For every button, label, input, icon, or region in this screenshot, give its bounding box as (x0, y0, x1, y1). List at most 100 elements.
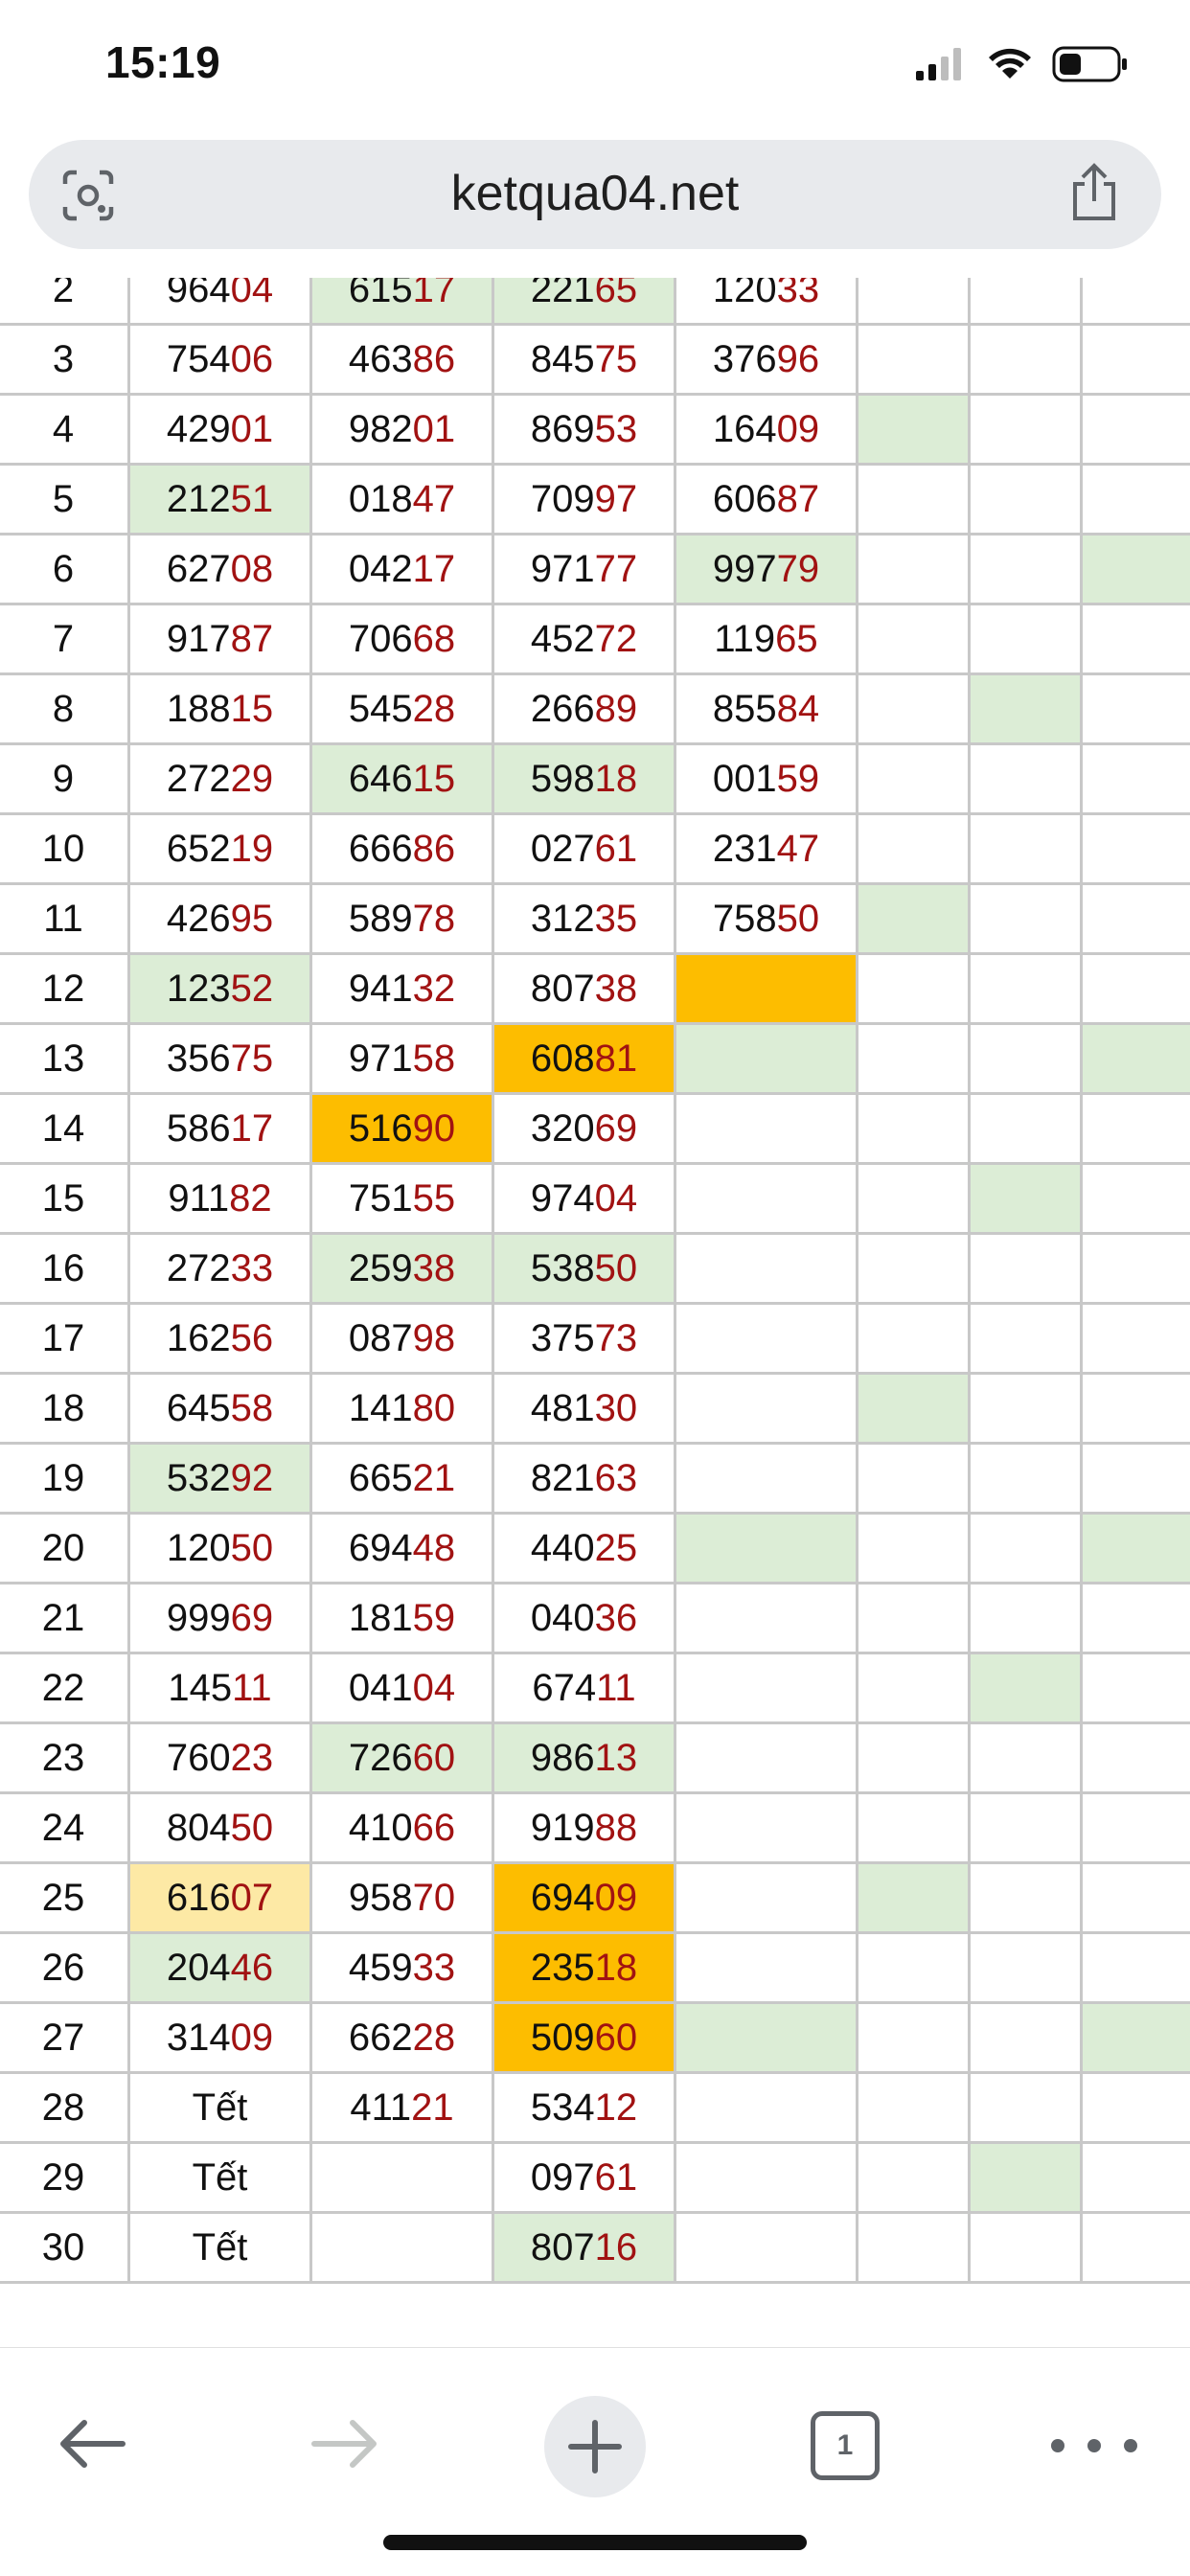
table-row: 662708042179717799779 (0, 535, 1190, 604)
day-number: 10 (0, 814, 129, 884)
url-text[interactable]: ketqua04.net (29, 165, 1161, 222)
result-cell: 45272 (493, 604, 675, 674)
result-head-digits: 958 (349, 1877, 413, 1919)
result-cell (858, 1723, 970, 1793)
result-cell (858, 1444, 970, 1514)
result-head-digits: 917 (167, 618, 231, 660)
result-tail-digits: 73 (595, 1317, 638, 1359)
result-cell (1082, 278, 1190, 325)
result-cell: 91182 (129, 1164, 311, 1234)
result-head-digits: Tết (193, 2086, 248, 2129)
result-tail-digits: 19 (231, 828, 274, 870)
result-tail-digits: 87 (231, 618, 274, 660)
result-cell (1082, 535, 1190, 604)
result-cell: 09761 (493, 2143, 675, 2213)
result-cell (675, 1653, 858, 1723)
result-tail-digits: 50 (595, 1247, 638, 1289)
address-bar[interactable]: ketqua04.net (29, 140, 1161, 249)
result-cell: 41066 (311, 1793, 493, 1863)
result-cell (858, 1234, 970, 1304)
result-tail-digits: 46 (231, 1947, 274, 1989)
result-cell: 66228 (311, 2003, 493, 2073)
result-tail-digits: 28 (413, 2017, 456, 2059)
result-head-digits: 645 (167, 1387, 231, 1429)
table-row: 296404615172216512033 (0, 278, 1190, 325)
result-tail-digits: 84 (777, 688, 820, 730)
results-table: 2964046151722165120333754064638684575376… (0, 278, 1190, 2284)
result-head-digits: 869 (531, 408, 595, 450)
result-head-digits: 376 (713, 338, 777, 380)
result-cell (970, 674, 1082, 744)
day-number: 15 (0, 1164, 129, 1234)
result-head-digits: 706 (349, 618, 413, 660)
day-number: 6 (0, 535, 129, 604)
table-row: 521251018477099760687 (0, 465, 1190, 535)
result-cell (858, 1094, 970, 1164)
result-head-digits: 001 (713, 758, 777, 800)
result-cell: 41121 (311, 2073, 493, 2143)
result-tail-digits: 50 (777, 898, 820, 940)
result-cell: 65219 (129, 814, 311, 884)
result-cell (970, 1164, 1082, 1234)
result-cell: 75155 (311, 1164, 493, 1234)
result-tail-digits: 86 (413, 338, 456, 380)
result-cell: 97177 (493, 535, 675, 604)
result-head-digits: 426 (167, 898, 231, 940)
day-number: 16 (0, 1234, 129, 1304)
result-cell (675, 2073, 858, 2143)
result-cell: 46386 (311, 325, 493, 395)
tab-switcher-button[interactable]: 1 (811, 2411, 880, 2480)
forward-arrow-icon[interactable] (307, 2405, 383, 2482)
home-indicator[interactable] (383, 2535, 807, 2550)
result-tail-digits: 35 (595, 898, 638, 940)
result-head-digits: 259 (349, 1247, 413, 1289)
day-number: 7 (0, 604, 129, 674)
result-tail-digits: 29 (231, 758, 274, 800)
result-cell (858, 1653, 970, 1723)
result-cell (970, 1723, 1082, 1793)
result-cell (675, 1024, 858, 1094)
result-cell (970, 2213, 1082, 2283)
result-cell (675, 2213, 858, 2283)
result-head-digits: 509 (531, 2017, 595, 2059)
result-head-digits: 627 (167, 548, 231, 590)
share-icon[interactable] (1069, 163, 1119, 222)
result-head-digits: 204 (167, 1947, 231, 1989)
result-cell (858, 2073, 970, 2143)
result-cell (1082, 674, 1190, 744)
day-number: 20 (0, 1514, 129, 1584)
result-head-digits: 516 (349, 1107, 413, 1150)
result-tail-digits: 75 (595, 338, 638, 380)
result-cell: 45933 (311, 1933, 493, 2003)
result-head-digits: 821 (531, 1457, 595, 1499)
table-row: 1065219666860276123147 (0, 814, 1190, 884)
result-cell (970, 1584, 1082, 1653)
result-head-digits: 646 (349, 758, 413, 800)
result-tail-digits: 23 (231, 1737, 274, 1779)
result-cell (970, 954, 1082, 1024)
back-arrow-icon[interactable] (54, 2405, 130, 2482)
result-cell: 67411 (493, 1653, 675, 1723)
result-cell: 04217 (311, 535, 493, 604)
result-head-digits: 665 (349, 1457, 413, 1499)
day-number: 30 (0, 2213, 129, 2283)
result-tail-digits: 09 (595, 1877, 638, 1919)
result-cell: 99969 (129, 1584, 311, 1653)
result-cell: 11965 (675, 604, 858, 674)
result-cell (1082, 1444, 1190, 1514)
new-tab-button[interactable] (544, 2396, 646, 2497)
result-cell (675, 1514, 858, 1584)
more-menu-icon[interactable] (1041, 2428, 1156, 2463)
result-cell (858, 744, 970, 814)
result-cell: Tết (129, 2143, 311, 2213)
result-head-digits: 982 (349, 408, 413, 450)
result-head-digits: 615 (349, 278, 413, 310)
result-cell (1082, 1793, 1190, 1863)
result-cell (858, 395, 970, 465)
result-cell: 23147 (675, 814, 858, 884)
result-cell (1082, 1723, 1190, 1793)
result-cell: 27233 (129, 1234, 311, 1304)
result-cell: 26689 (493, 674, 675, 744)
result-cell (858, 2003, 970, 2073)
result-head-digits: 760 (167, 1737, 231, 1779)
